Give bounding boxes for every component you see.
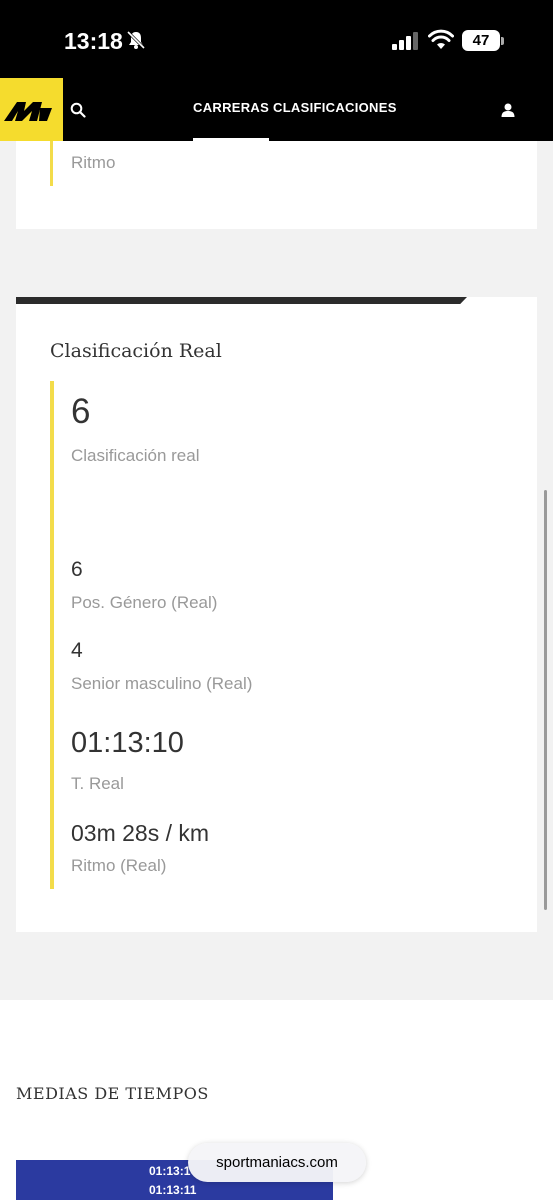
medias-time-label: 01:13:1 bbox=[149, 1164, 191, 1178]
wifi-icon bbox=[428, 29, 454, 49]
real-time-value: 01:13:10 bbox=[71, 727, 184, 759]
accent-bar bbox=[50, 141, 53, 186]
user-icon[interactable] bbox=[500, 102, 516, 118]
card-title: Clasificación Real bbox=[50, 340, 222, 362]
browser-url-bar[interactable]: sportmaniacs.com bbox=[188, 1143, 366, 1182]
gender-position-value: 6 bbox=[71, 558, 83, 581]
tab-carreras[interactable]: CARRERAS bbox=[193, 100, 270, 141]
category-position-value: 4 bbox=[71, 639, 83, 662]
status-time: 13:18 bbox=[64, 28, 123, 54]
battery-level: 47 bbox=[462, 30, 500, 51]
status-bar: 13:18 47 bbox=[0, 0, 553, 78]
gender-position-label: Pos. Género (Real) bbox=[71, 593, 218, 612]
real-classification-card: Clasificación Real 6 Clasificación real … bbox=[16, 297, 537, 932]
cellular-signal-icon bbox=[392, 32, 418, 50]
real-time-label: T. Real bbox=[71, 774, 124, 793]
sportmaniacs-logo[interactable] bbox=[0, 78, 63, 141]
real-pace-label: Ritmo (Real) bbox=[71, 856, 167, 875]
accent-bar bbox=[50, 381, 54, 889]
ritmo-label: Ritmo bbox=[71, 153, 116, 172]
real-position-label: Clasificación real bbox=[71, 446, 200, 465]
real-pace-value: 03m 28s / km bbox=[71, 820, 210, 846]
previous-card: Ritmo bbox=[16, 141, 537, 229]
medias-time-label: 01:13:11 bbox=[149, 1183, 197, 1197]
real-position-value: 6 bbox=[71, 392, 91, 431]
category-position-label: Senior masculino (Real) bbox=[71, 674, 253, 693]
page-scrollbar[interactable] bbox=[544, 490, 547, 910]
battery-tip bbox=[501, 37, 504, 45]
bell-muted-icon bbox=[126, 30, 146, 50]
card-header-stripe bbox=[16, 297, 467, 304]
search-icon[interactable] bbox=[70, 102, 86, 118]
medias-title: MEDIAS DE TIEMPOS bbox=[16, 1084, 209, 1103]
logo-mark-icon bbox=[4, 102, 52, 121]
site-header: CARRERAS CLASIFICACIONES bbox=[0, 78, 553, 141]
tab-clasificaciones[interactable]: CLASIFICACIONES bbox=[273, 100, 397, 115]
